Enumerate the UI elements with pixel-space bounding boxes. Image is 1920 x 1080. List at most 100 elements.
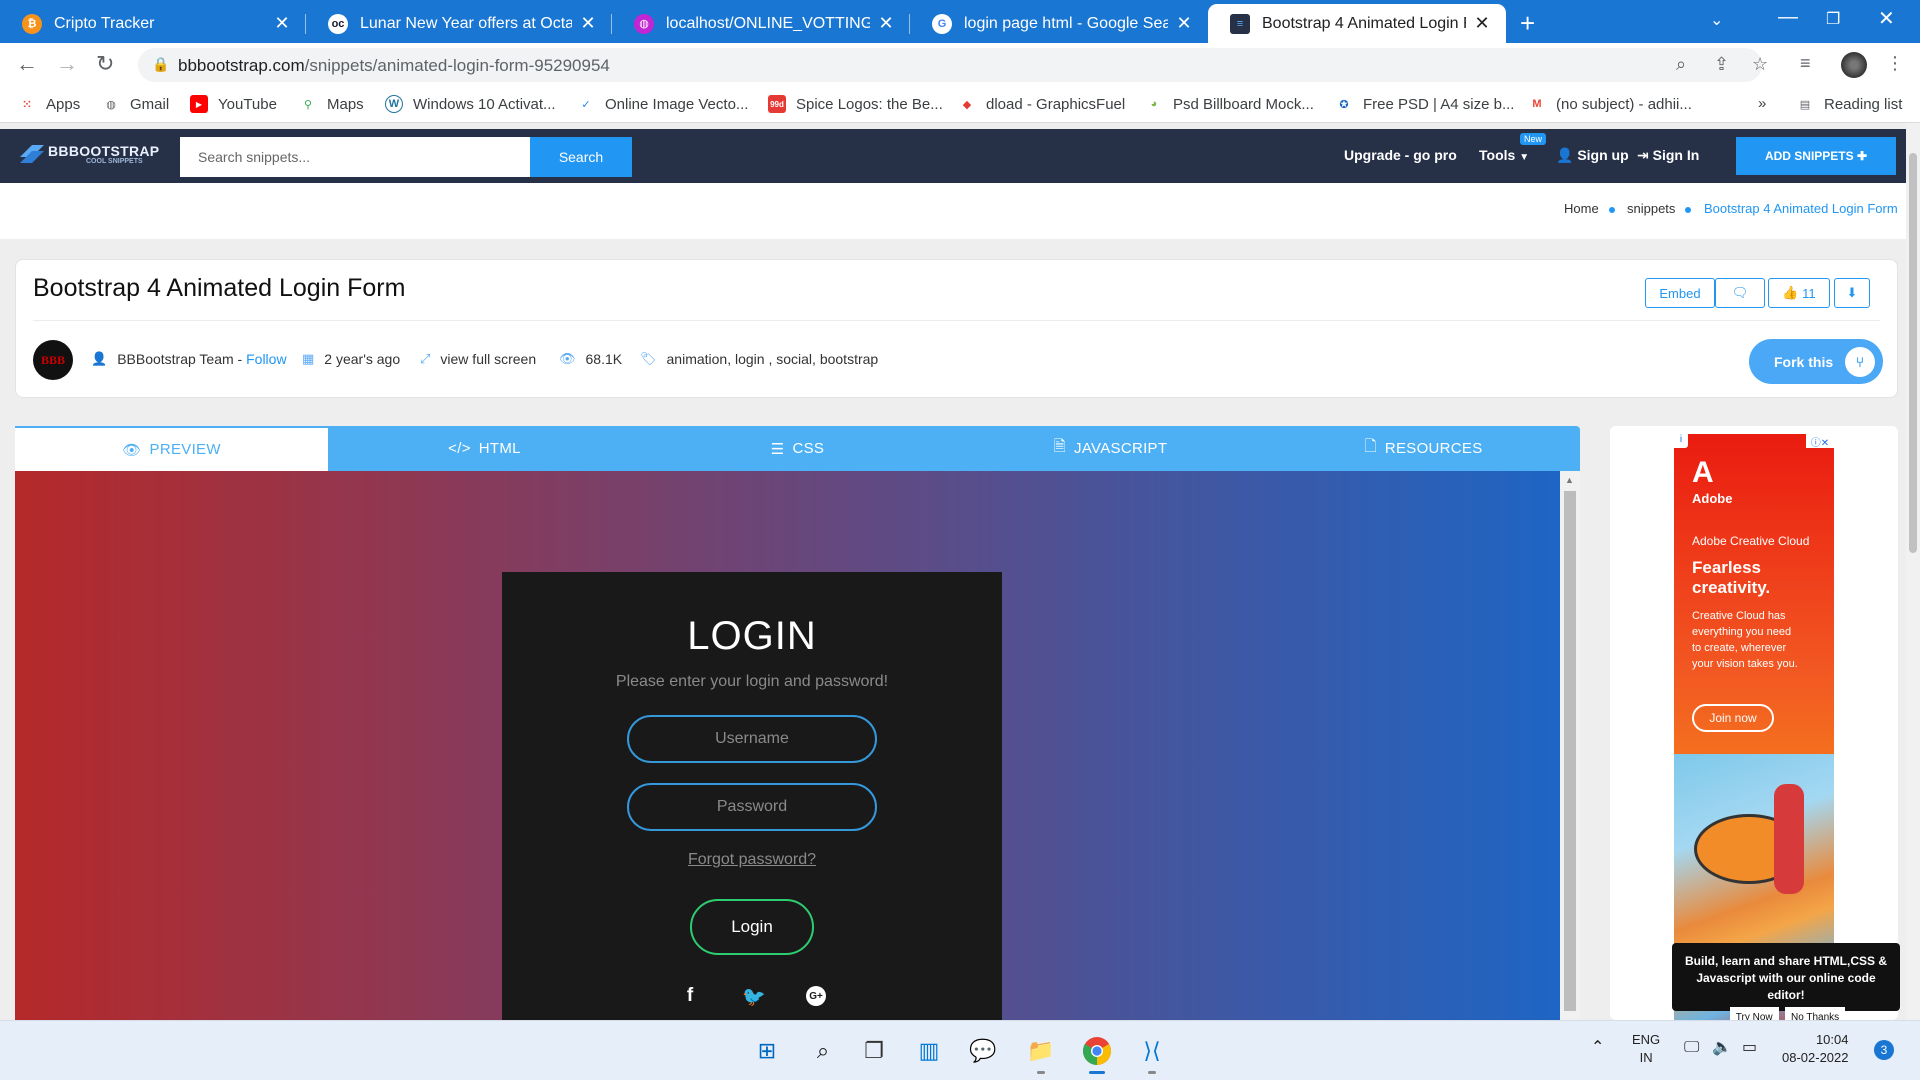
tab-bootstrap-login[interactable]: ≡ Bootstrap 4 Animated Login Form ✕	[1208, 4, 1506, 43]
tab-resources[interactable]: 🗋 RESOURCES	[1267, 426, 1580, 471]
bookmark-apps[interactable]: ⁙ Apps	[18, 95, 80, 113]
bookmark-star-icon[interactable]: ☆	[1752, 54, 1768, 75]
tab-octafx[interactable]: oc Lunar New Year offers at OctaFX ✕	[306, 4, 612, 43]
tab-search-icon[interactable]: ⌄	[1710, 10, 1723, 30]
like-button[interactable]: 👍 11	[1768, 278, 1830, 308]
tab-cripto-tracker[interactable]: ₿ Cripto Tracker ✕	[0, 4, 306, 43]
signup-link[interactable]: 👤 Sign up	[1556, 147, 1629, 164]
embed-button[interactable]: Embed	[1645, 278, 1715, 308]
bookmark-graphicsfuel[interactable]: ◆ dload - GraphicsFuel	[958, 95, 1125, 113]
author-name[interactable]: BBBootstrap Team -	[117, 351, 242, 367]
task-view-icon[interactable]: ❐	[856, 1033, 892, 1069]
search-button[interactable]: Search	[530, 137, 632, 177]
forward-icon[interactable]: →	[56, 51, 78, 77]
preview-scroll-thumb[interactable]	[1564, 491, 1576, 1011]
tags-meta: 🏷 animation, login , social, bootstrap	[640, 351, 878, 367]
widgets-icon[interactable]: ▥	[911, 1033, 947, 1069]
omnibox[interactable]: 🔒 bbbootstrap.com/snippets/animated-logi…	[138, 48, 1768, 82]
url-text[interactable]: bbbootstrap.com/snippets/animated-login-…	[178, 56, 610, 76]
page-scroll-thumb[interactable]	[1909, 153, 1917, 553]
upgrade-link[interactable]: Upgrade - go pro	[1344, 147, 1457, 163]
tag-list[interactable]: animation, login , social, bootstrap	[667, 351, 879, 367]
back-icon[interactable]: ←	[16, 51, 38, 77]
adobe-ad[interactable]: i ⓘ✕ A Adobe Adobe Creative Cloud Fearle…	[1674, 434, 1834, 1020]
restore-icon[interactable]: ❐	[1826, 9, 1840, 29]
bookmark-spice[interactable]: 99d Spice Logos: the Be...	[768, 95, 943, 113]
tools-menu[interactable]: Tools ▼	[1479, 147, 1529, 163]
close-tab-icon[interactable]: ✕	[1174, 13, 1194, 34]
close-window-icon[interactable]: ✕	[1878, 6, 1895, 31]
file-icon: 🗋	[1364, 438, 1377, 455]
follow-link[interactable]: Follow	[246, 351, 286, 367]
forgot-password-link[interactable]: Forgot password?	[502, 851, 1002, 869]
share-icon[interactable]: ⇪	[1714, 54, 1729, 75]
site-logo[interactable]: BBBOOTSTRAP COOL SNIPPETS	[18, 143, 159, 165]
ad-choices-close[interactable]: ⓘ✕	[1806, 434, 1834, 449]
vscode-icon[interactable]: ⟩⟨	[1134, 1033, 1170, 1074]
login-button[interactable]: Login	[690, 899, 814, 955]
scroll-up-icon[interactable]: ▲	[1565, 475, 1574, 485]
menu-dots-icon[interactable]: ⋮	[1886, 53, 1904, 74]
tab-html[interactable]: </> HTML	[328, 426, 641, 471]
tab-localhost[interactable]: ◍ localhost/ONLINE_VOTTING/ ✕	[612, 4, 910, 43]
bookmarks-overflow[interactable]: »	[1758, 95, 1766, 112]
facebook-icon[interactable]: f	[678, 985, 702, 1009]
preview-scrollbar[interactable]: ▲	[1560, 471, 1580, 1020]
bookmark-billboard[interactable]: ◕ Psd Billboard Mock...	[1145, 95, 1314, 113]
chrome-icon[interactable]	[1079, 1033, 1115, 1074]
close-tab-icon[interactable]: ✕	[1472, 13, 1492, 34]
tab-google-search[interactable]: G login page html - Google Search ✕	[910, 4, 1208, 43]
profile-avatar[interactable]	[1841, 52, 1867, 78]
google-plus-icon[interactable]: G+	[806, 986, 826, 1006]
search-icon[interactable]: ⌕	[805, 1033, 841, 1069]
bookmark-gmail-message[interactable]: M (no subject) - adhii...	[1528, 95, 1692, 113]
teams-chat-icon[interactable]: 💬	[965, 1033, 1001, 1069]
author-avatar[interactable]: BBB	[33, 340, 73, 380]
reload-icon[interactable]: ↻	[96, 51, 114, 77]
tab-preview[interactable]: 👁 PREVIEW	[15, 426, 328, 471]
download-button[interactable]: ⬇	[1834, 278, 1870, 308]
windows-start-icon[interactable]: ⊞	[749, 1033, 785, 1069]
file-explorer-icon[interactable]: 📁	[1023, 1033, 1059, 1074]
breadcrumb-home[interactable]: Home	[1564, 201, 1599, 216]
reading-list[interactable]: ▤ Reading list	[1796, 95, 1903, 113]
bookmark-freepsd[interactable]: ✪ Free PSD | A4 size b...	[1335, 95, 1514, 113]
clock[interactable]: 10:04 08-02-2022	[1782, 1031, 1849, 1067]
add-snippets-button[interactable]: ADD SNIPPETS ✚	[1736, 137, 1896, 175]
new-tab-icon[interactable]: +	[1520, 8, 1535, 39]
notification-badge[interactable]: 3	[1874, 1040, 1894, 1060]
page-scrollbar[interactable]	[1906, 123, 1920, 1020]
tab-css[interactable]: ☰ CSS	[641, 426, 954, 471]
fullscreen-meta[interactable]: ⤢ view full screen	[420, 351, 536, 367]
bookmark-youtube[interactable]: ▶ YouTube	[190, 95, 277, 113]
ad-info-icon[interactable]: i	[1674, 434, 1688, 448]
network-icon[interactable]: 🖵	[1684, 1039, 1699, 1057]
password-field[interactable]	[627, 783, 877, 831]
bookmark-maps[interactable]: ⚲ Maps	[299, 95, 364, 113]
minimize-icon[interactable]: —	[1778, 6, 1798, 29]
battery-icon[interactable]: ▭	[1742, 1039, 1757, 1057]
close-tab-icon[interactable]: ✕	[876, 13, 896, 34]
fork-button[interactable]: Fork this ⑂	[1749, 339, 1883, 384]
close-tab-icon[interactable]: ✕	[272, 13, 292, 34]
bookmark-gmail[interactable]: ◍ Gmail	[102, 95, 169, 113]
twitter-icon[interactable]: 🐦	[742, 985, 766, 1009]
snippet-search-input[interactable]	[180, 137, 530, 177]
ad-join-button[interactable]: Join now	[1692, 704, 1774, 732]
username-field[interactable]	[627, 715, 877, 763]
lock-icon[interactable]: 🔒	[152, 56, 169, 73]
zoom-search-icon[interactable]: ⌕	[1676, 54, 1686, 75]
signin-link[interactable]: ⇥ Sign In	[1637, 147, 1699, 164]
volume-icon[interactable]: 🔈	[1712, 1039, 1732, 1057]
tab-javascript[interactable]: 🗎 JAVASCRIPT	[954, 426, 1267, 471]
media-control-icon[interactable]: ≡	[1800, 53, 1811, 74]
css3-icon: ☰	[770, 440, 785, 458]
language-indicator[interactable]: ENG IN	[1632, 1031, 1660, 1067]
bookmark-vector[interactable]: ✓ Online Image Vecto...	[577, 95, 748, 113]
bookmark-windows[interactable]: W Windows 10 Activat...	[385, 95, 556, 113]
fullscreen-link[interactable]: view full screen	[440, 351, 536, 367]
close-tab-icon[interactable]: ✕	[578, 13, 598, 34]
tray-overflow-icon[interactable]: ⌃	[1591, 1039, 1604, 1057]
comment-button[interactable]: 🗨	[1715, 278, 1765, 308]
breadcrumb-snippets[interactable]: snippets	[1627, 201, 1675, 216]
